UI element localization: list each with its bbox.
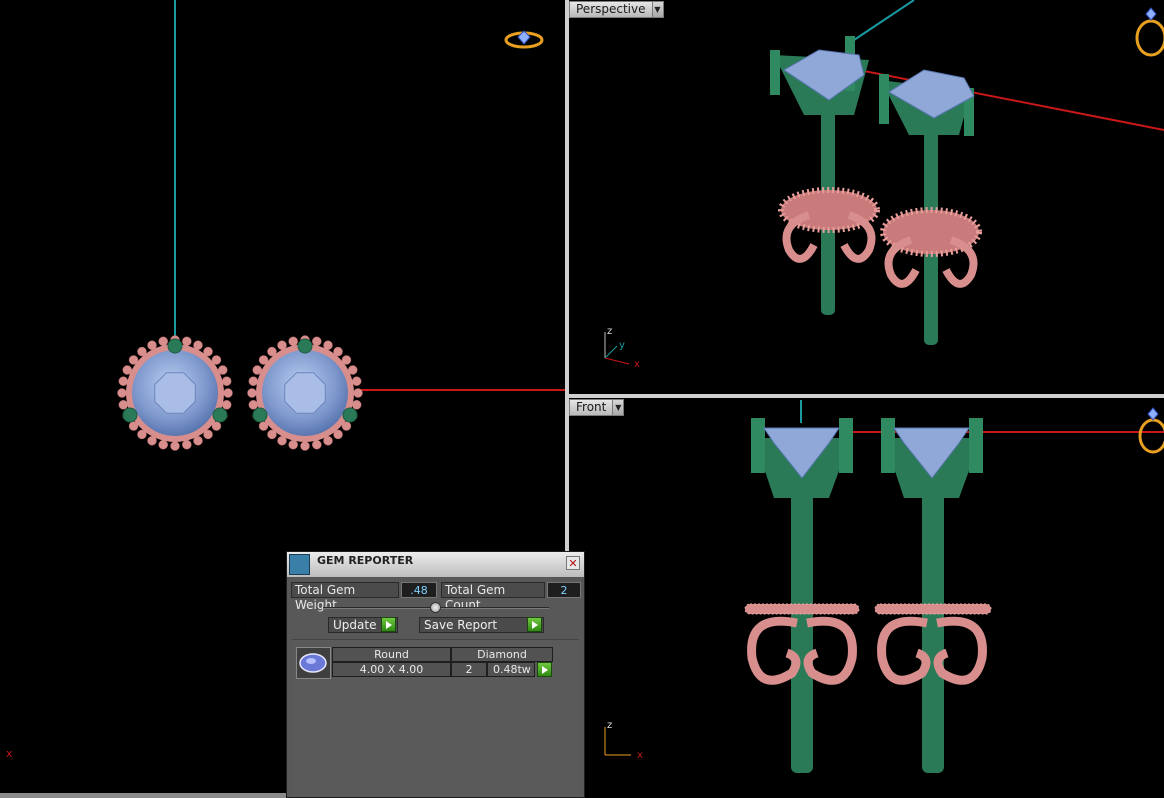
gem-size: 4.00 X 4.00 — [332, 662, 451, 677]
perspective-viewport[interactable]: z y x Perspective ▼ — [569, 0, 1164, 394]
update-play-icon[interactable] — [381, 617, 396, 632]
gem-type: Diamond — [451, 647, 553, 662]
gem-reporter-logo-icon — [289, 554, 310, 575]
gem-detail-play-icon[interactable] — [537, 662, 552, 677]
front-view-label[interactable]: Front — [569, 399, 614, 416]
ring-icon — [504, 30, 544, 49]
total-gem-weight-label: Total Gem Weight — [291, 582, 399, 612]
chevron-down-icon[interactable]: ▼ — [613, 399, 625, 416]
save-report-button[interactable]: Save Report — [419, 617, 544, 633]
earring-front-2 — [874, 418, 992, 773]
gem-reporter-panel: GEM REPORTER ✕ Total Gem Weight .48 Tota… — [286, 551, 585, 798]
earring-perspective-2 — [879, 69, 982, 345]
round-gem-thumbnail-icon — [296, 647, 331, 679]
ring-icon — [1135, 7, 1164, 57]
chevron-down-icon[interactable]: ▼ — [652, 1, 664, 18]
earring-top-views — [117, 335, 363, 451]
earring-front-1 — [744, 418, 860, 773]
front-view-menu[interactable]: Front ▼ — [569, 399, 625, 416]
gem-reporter-titlebar[interactable]: GEM REPORTER ✕ — [287, 552, 584, 578]
ring-icon — [1138, 407, 1164, 454]
gem-shape: Round — [332, 647, 451, 662]
gem-reporter-title: GEM REPORTER — [317, 554, 414, 567]
total-gem-count-label: Total Gem Count — [441, 582, 545, 612]
perspective-view-label[interactable]: Perspective — [569, 1, 653, 18]
svg-text:x: x — [637, 750, 643, 761]
axis-x-label: x — [6, 747, 13, 760]
gem-weight: 0.48tw — [487, 662, 535, 677]
perspective-scene: z y x — [604, 0, 1164, 370]
total-gem-count-value: 2 — [547, 582, 581, 598]
svg-text:x: x — [634, 359, 640, 370]
gem-list: Round 4.00 X 4.00 Diamond 2 0.48tw — [292, 639, 579, 797]
viewport-divider-horizontal[interactable] — [569, 394, 1164, 398]
earring-top-1 — [117, 335, 233, 451]
save-report-play-icon[interactable] — [527, 617, 542, 632]
collapse-toggle-icon[interactable] — [430, 602, 441, 613]
axis-gizmo — [604, 727, 631, 756]
earring-perspective-1 — [770, 36, 880, 315]
close-icon[interactable]: ✕ — [566, 556, 580, 570]
earring-top-2 — [247, 335, 363, 451]
front-viewport[interactable]: z x Front ▼ — [569, 398, 1164, 798]
gem-count: 2 — [451, 662, 487, 677]
total-gem-weight-value: .48 — [401, 582, 437, 598]
svg-text:z: z — [607, 720, 612, 731]
svg-text:y: y — [619, 340, 625, 351]
front-scene: z x — [604, 400, 1164, 773]
svg-text:z: z — [607, 326, 612, 337]
perspective-view-menu[interactable]: Perspective ▼ — [569, 1, 664, 18]
